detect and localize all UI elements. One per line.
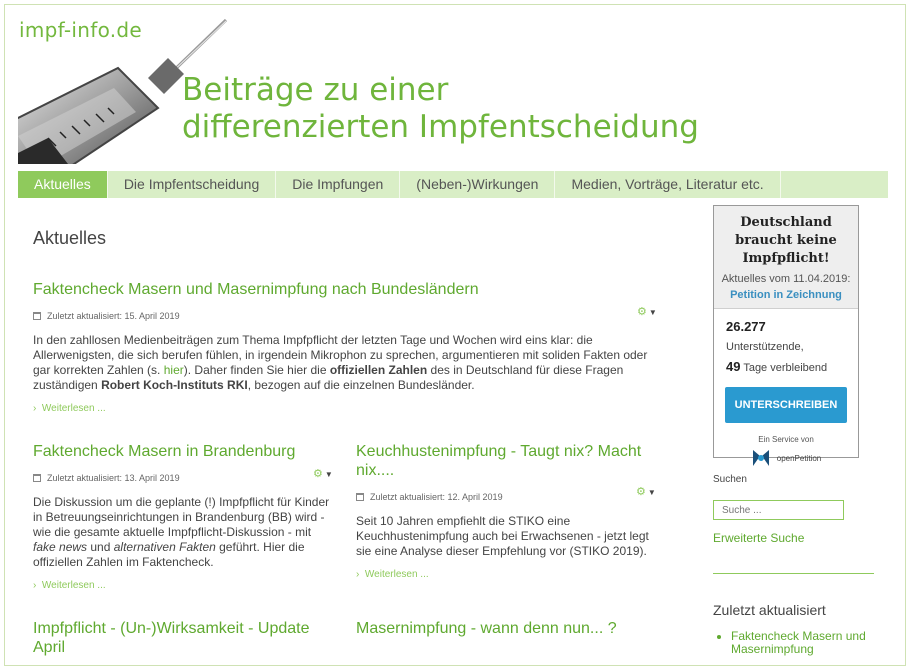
read-more-label: Weiterlesen ... xyxy=(41,403,106,414)
article-2-meta: Zuletzt aktualisiert: 13. April 2019 xyxy=(33,473,335,483)
article-3-meta: Zuletzt aktualisiert: 12. April 2019 xyxy=(356,492,661,502)
article-2-text-part: Die Diskussion um die geplante (!) Impfp… xyxy=(33,495,330,539)
main-content: Aktuelles xyxy=(33,212,663,249)
days-remaining: 49 Tage verbleibend xyxy=(726,357,846,378)
article-4: Impfpflicht - (Un-)Wirksamkeit - Update … xyxy=(33,619,335,657)
article-3: Keuchhustenimpfung - Taugt nix? Macht ni… xyxy=(356,442,661,580)
article-1-read-more[interactable]: › Weiterlesen ... xyxy=(33,403,658,414)
supporters-count: 26.277 Unterstützende, xyxy=(726,317,846,357)
article-1-text-part: , bezogen auf die einzelnen Bundesländer… xyxy=(247,378,475,392)
chevron-right-icon: › xyxy=(33,580,37,591)
article-1-bold: offiziellen Zahlen xyxy=(329,363,428,377)
caret-down-icon: ▼ xyxy=(647,488,656,497)
list-item[interactable]: Faktencheck Masern und Masernimpfung xyxy=(731,630,871,656)
site-tagline: Beiträge zu einer differenzierten Impfen… xyxy=(182,72,699,146)
gear-icon[interactable]: ⚙ ▼ xyxy=(637,305,657,318)
supporters-number: 26.277 xyxy=(726,319,766,334)
article-1-link-hier[interactable]: hier xyxy=(164,363,184,377)
article-5-title[interactable]: Masernimpfung - wann denn nun... ? xyxy=(356,619,661,638)
nav-item-impfungen[interactable]: Die Impfungen xyxy=(276,171,401,198)
advanced-search-link[interactable]: Erweiterte Suche xyxy=(713,531,804,545)
petition-date: Aktuelles vom 11.04.2019: xyxy=(721,273,851,285)
article-2-italic: alternativen Fakten xyxy=(113,540,216,554)
article-3-title[interactable]: Keuchhustenimpfung - Taugt nix? Macht ni… xyxy=(356,442,661,480)
supporters-label: Unterstützende, xyxy=(726,341,804,353)
article-2-text: Die Diskussion um die geplante (!) Impfp… xyxy=(33,495,335,570)
recent-updates-title: Zuletzt aktualisiert xyxy=(713,602,826,618)
sidebar-divider xyxy=(713,573,874,574)
recent-updates-list: Faktencheck Masern und Masernimpfung xyxy=(713,630,871,656)
petition-widget: Deutschland braucht keine Impfpflicht! A… xyxy=(713,205,859,466)
tagline-line-1: Beiträge zu einer xyxy=(182,72,449,108)
main-nav: Aktuelles Die Impfentscheidung Die Impfu… xyxy=(18,171,888,198)
petition-title[interactable]: Deutschland braucht keine Impfpflicht! xyxy=(720,214,852,268)
read-more-label: Weiterlesen ... xyxy=(41,580,106,591)
article-2-read-more[interactable]: › Weiterlesen ... xyxy=(33,580,335,591)
caret-down-icon: ▼ xyxy=(648,308,657,317)
article-1-text-part: ). Daher finden Sie hier die xyxy=(183,363,330,377)
article-4-title[interactable]: Impfpflicht - (Un-)Wirksamkeit - Update … xyxy=(33,619,335,657)
article-2: Faktencheck Masern in Brandenburg Zuletz… xyxy=(33,442,335,591)
article-1-title[interactable]: Faktencheck Masern und Masernimpfung nac… xyxy=(33,280,658,299)
caret-down-icon: ▼ xyxy=(324,470,333,479)
tagline-line-2: differenzierten Impfentscheidung xyxy=(182,109,699,145)
nav-item-impfentscheidung[interactable]: Die Impfentscheidung xyxy=(108,171,277,198)
read-more-label: Weiterlesen ... xyxy=(364,569,429,580)
calendar-icon xyxy=(356,493,364,501)
nav-item-medien[interactable]: Medien, Vorträge, Literatur etc. xyxy=(555,171,781,198)
article-1: Faktencheck Masern und Masernimpfung nac… xyxy=(33,280,658,414)
calendar-icon xyxy=(33,474,41,482)
article-1-date: Zuletzt aktualisiert: 15. April 2019 xyxy=(47,311,180,321)
article-1-bold: Robert Koch-Instituts RKI xyxy=(101,378,248,392)
article-5: Masernimpfung - wann denn nun... ? xyxy=(356,619,661,638)
gear-icon[interactable]: ⚙ ▼ xyxy=(313,467,333,480)
article-1-text: In den zahllosen Medienbeiträgen zum The… xyxy=(33,333,658,393)
article-3-read-more[interactable]: › Weiterlesen ... xyxy=(356,569,661,580)
article-2-italic: fake news xyxy=(33,540,88,554)
article-2-date: Zuletzt aktualisiert: 13. April 2019 xyxy=(47,473,180,483)
nav-item-aktuelles[interactable]: Aktuelles xyxy=(18,171,108,198)
gear-icon[interactable]: ⚙ ▼ xyxy=(636,485,656,498)
petition-service-label: Ein Service von xyxy=(758,435,814,444)
petition-status: Petition in Zeichnung xyxy=(730,289,842,301)
calendar-icon xyxy=(33,312,41,320)
openpetition-logo-icon xyxy=(752,450,769,466)
days-label: Tage verbleibend xyxy=(740,362,828,374)
petition-header: Deutschland braucht keine Impfpflicht! A… xyxy=(714,206,858,309)
page-title: Aktuelles xyxy=(33,228,107,248)
search-label: Suchen xyxy=(713,474,747,485)
sign-petition-button[interactable]: UNTERSCHREIBEN xyxy=(725,387,847,423)
search-input[interactable] xyxy=(713,500,844,520)
article-2-title[interactable]: Faktencheck Masern in Brandenburg xyxy=(33,442,335,461)
petition-stats: 26.277 Unterstützende, 49 Tage verbleibe… xyxy=(714,309,858,378)
article-3-date: Zuletzt aktualisiert: 12. April 2019 xyxy=(370,492,503,502)
article-2-text-part: und xyxy=(87,540,114,554)
nav-item-nebenwirkungen[interactable]: (Neben-)Wirkungen xyxy=(400,171,556,198)
openpetition-logo[interactable]: openPetition xyxy=(714,448,858,468)
openpetition-logo-text: openPetition xyxy=(776,453,822,463)
chevron-right-icon: › xyxy=(33,403,37,414)
site-name[interactable]: impf-info.de xyxy=(19,18,142,42)
article-3-text: Seit 10 Jahren empfiehlt die STIKO eine … xyxy=(356,514,649,558)
chevron-right-icon: › xyxy=(356,569,360,580)
article-1-meta: Zuletzt aktualisiert: 15. April 2019 xyxy=(33,311,658,321)
days-number: 49 xyxy=(726,359,741,374)
